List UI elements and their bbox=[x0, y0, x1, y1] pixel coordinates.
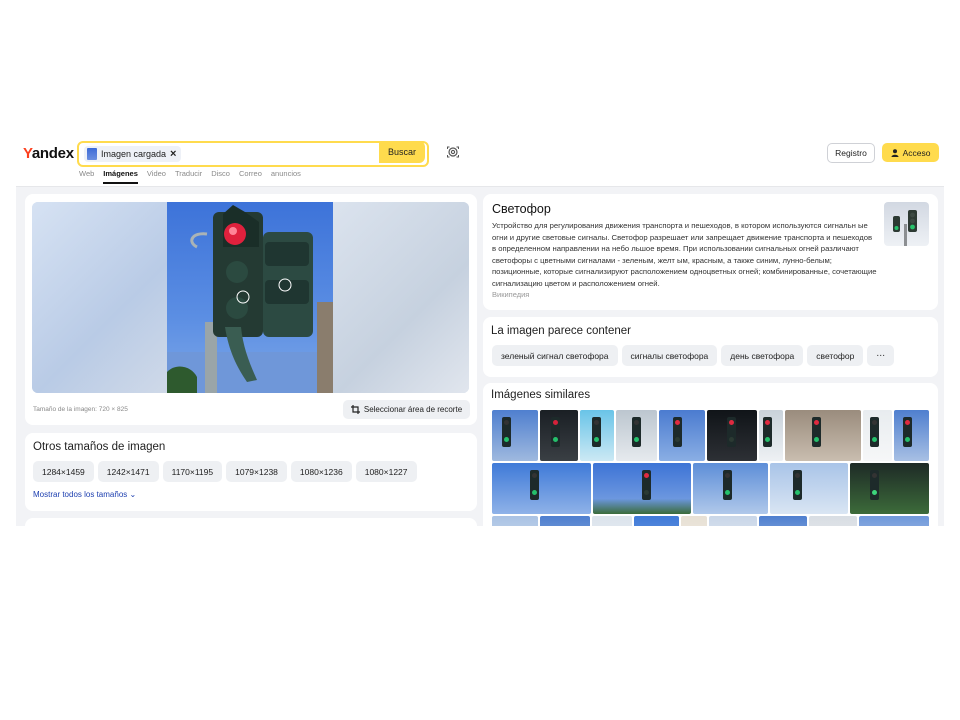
tab-ads[interactable]: anuncios bbox=[271, 169, 301, 184]
similar-image-thumbnail[interactable] bbox=[785, 410, 861, 461]
camera-search-icon[interactable] bbox=[446, 145, 460, 159]
similar-image-thumbnail[interactable] bbox=[707, 410, 757, 461]
tab-images[interactable]: Imágenes bbox=[103, 169, 138, 184]
similar-image-thumbnail[interactable] bbox=[580, 410, 614, 461]
similar-image-thumbnail[interactable] bbox=[850, 463, 929, 514]
tag-chip[interactable]: зеленый сигнал светофора bbox=[492, 345, 618, 366]
similar-image-thumbnail[interactable] bbox=[592, 516, 632, 526]
similar-image-thumbnail[interactable] bbox=[759, 410, 783, 461]
show-all-sizes-link[interactable]: Mostrar todos los tamaños ⌄ bbox=[33, 490, 136, 499]
blurred-background-left bbox=[32, 202, 167, 393]
similar-image-thumbnail[interactable] bbox=[659, 410, 705, 461]
similar-image-thumbnail[interactable] bbox=[492, 410, 538, 461]
similar-image-thumbnail[interactable] bbox=[593, 463, 691, 514]
tab-translate[interactable]: Traducir bbox=[175, 169, 202, 184]
image-size-label: Tamaño de la imagen: 720 × 825 bbox=[33, 406, 128, 413]
yandex-window: Yandex Imagen cargada × Buscar Web Imáge… bbox=[16, 136, 944, 526]
entity-info-card: Светофор Устройство для регулирования дв… bbox=[483, 194, 938, 310]
search-tabs: Web Imágenes Video Traducir Disco Correo… bbox=[79, 169, 301, 184]
chip-label: Imagen cargada bbox=[101, 149, 167, 159]
other-sizes-card: Otros tamaños de imagen 1284×1459 1242×1… bbox=[25, 433, 477, 511]
similar-image-thumbnail[interactable] bbox=[770, 463, 848, 514]
similar-images-card: Imágenes similares bbox=[483, 383, 938, 526]
register-button[interactable]: Registro bbox=[827, 143, 875, 163]
next-card-partial bbox=[25, 518, 477, 526]
user-icon bbox=[891, 148, 899, 157]
similar-image-thumbnail[interactable] bbox=[681, 516, 707, 526]
similar-image-thumbnail[interactable] bbox=[540, 410, 578, 461]
chevron-down-icon: ⌄ bbox=[129, 490, 137, 499]
crop-button-label: Seleccionar área de recorte bbox=[363, 405, 463, 414]
entity-thumbnail[interactable] bbox=[884, 202, 929, 246]
tab-web[interactable]: Web bbox=[79, 169, 94, 184]
entity-description: Устройство для регулирования движения тр… bbox=[492, 221, 877, 288]
entity-title[interactable]: Светофор bbox=[492, 202, 551, 216]
entity-source-link[interactable]: Википедия bbox=[492, 290, 529, 299]
size-option[interactable]: 1242×1471 bbox=[97, 461, 159, 482]
select-crop-area-button[interactable]: Seleccionar área de recorte bbox=[343, 400, 470, 419]
similar-image-thumbnail[interactable] bbox=[809, 516, 857, 526]
close-icon[interactable]: × bbox=[170, 148, 176, 160]
size-option[interactable]: 1080×1236 bbox=[290, 461, 352, 482]
uploaded-image-thumbnail bbox=[87, 148, 97, 160]
tab-disk[interactable]: Disco bbox=[211, 169, 230, 184]
uploaded-image[interactable] bbox=[32, 202, 469, 393]
blurred-background-right bbox=[333, 202, 469, 393]
other-sizes-title: Otros tamaños de imagen bbox=[33, 441, 166, 453]
image-contains-title: La imagen parece contener bbox=[491, 325, 632, 337]
similar-image-thumbnail[interactable] bbox=[492, 516, 538, 526]
size-option[interactable]: 1284×1459 bbox=[33, 461, 94, 482]
similar-image-thumbnail[interactable] bbox=[540, 516, 590, 526]
tag-chip[interactable]: сигналы светофора bbox=[621, 345, 718, 366]
search-box[interactable]: Imagen cargada × bbox=[77, 141, 429, 167]
similar-image-thumbnail[interactable] bbox=[863, 410, 892, 461]
crop-icon bbox=[350, 405, 360, 414]
similar-image-thumbnail[interactable] bbox=[759, 516, 807, 526]
tag-chip[interactable]: светофор bbox=[807, 345, 864, 366]
traffic-light-photo bbox=[167, 202, 333, 393]
uploaded-image-chip[interactable]: Imagen cargada × bbox=[84, 146, 182, 162]
tab-video[interactable]: Video bbox=[147, 169, 166, 184]
yandex-logo[interactable]: Yandex bbox=[23, 145, 74, 162]
tag-list: зеленый сигнал светофора сигналы светофо… bbox=[492, 345, 894, 366]
uploaded-image-card: Tamaño de la imagen: 720 × 825 Seleccion… bbox=[25, 194, 477, 425]
similar-image-thumbnail[interactable] bbox=[492, 463, 591, 514]
size-list: 1284×1459 1242×1471 1170×1195 1079×1238 … bbox=[33, 461, 417, 482]
similar-image-thumbnail[interactable] bbox=[894, 410, 929, 461]
similar-image-thumbnail[interactable] bbox=[709, 516, 757, 526]
tag-chip[interactable]: день светофора bbox=[721, 345, 804, 366]
more-tags-button[interactable]: ⋯ bbox=[867, 345, 894, 366]
search-button[interactable]: Buscar bbox=[379, 141, 425, 163]
similar-image-thumbnail[interactable] bbox=[616, 410, 657, 461]
image-contains-card: La imagen parece contener зеленый сигнал… bbox=[483, 317, 938, 377]
size-option[interactable]: 1079×1238 bbox=[226, 461, 287, 482]
size-option[interactable]: 1170×1195 bbox=[162, 461, 223, 482]
similar-image-thumbnail[interactable] bbox=[859, 516, 929, 526]
similar-images-title: Imágenes similares bbox=[491, 389, 591, 401]
login-button[interactable]: Acceso bbox=[882, 143, 939, 162]
login-label: Acceso bbox=[902, 147, 931, 158]
similar-image-thumbnail[interactable] bbox=[634, 516, 679, 526]
similar-image-thumbnail[interactable] bbox=[693, 463, 768, 514]
size-option[interactable]: 1080×1227 bbox=[355, 461, 417, 482]
header: Yandex Imagen cargada × Buscar Web Imáge… bbox=[16, 136, 944, 187]
tab-mail[interactable]: Correo bbox=[239, 169, 262, 184]
